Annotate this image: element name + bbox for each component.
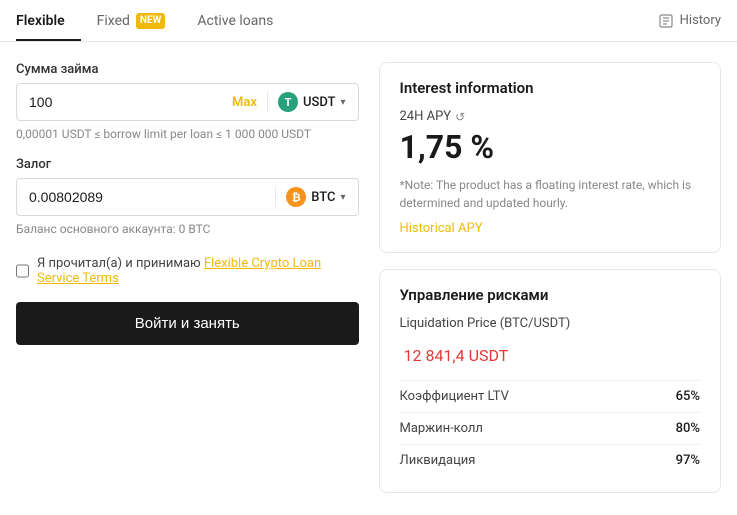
history-label: History xyxy=(680,13,721,28)
submit-button[interactable]: Войти и занять xyxy=(16,302,359,345)
history-icon xyxy=(659,13,675,29)
liquidation-price: 12 841,4 xyxy=(404,346,465,365)
risk-row-ltv: Коэффициент LTV 65% xyxy=(400,380,701,412)
usdt-icon: T xyxy=(278,92,298,112)
collateral-input[interactable] xyxy=(29,189,275,205)
tab-active-loans-label: Active loans xyxy=(197,13,273,29)
risk-card: Управление рисками Liquidation Price (BT… xyxy=(379,269,722,493)
risk-card-title: Управление рисками xyxy=(400,286,701,304)
risk-row-ltv-value: 65% xyxy=(676,389,700,404)
risk-rows: Коэффициент LTV 65% Маржин-колл 80% Ликв… xyxy=(400,380,701,476)
header: Flexible Fixed NEW Active loans History xyxy=(0,0,737,42)
apy-label-text: 24H APY xyxy=(400,109,452,124)
loan-label: Сумма займа xyxy=(16,62,359,77)
liquidation-label: Liquidation Price (BTC/USDT) xyxy=(400,316,701,331)
risk-row-margin-value: 80% xyxy=(676,421,700,436)
interest-card: Interest information 24H APY ↺ 1,75 % *N… xyxy=(379,62,722,253)
apy-value: 1,75 % xyxy=(400,128,701,166)
history-button[interactable]: History xyxy=(659,13,721,29)
liquidation-value-row: 12 841,4USDT xyxy=(400,335,701,368)
risk-row-margin-label: Маржин-колл xyxy=(400,421,483,436)
btc-icon: ₿ xyxy=(286,187,306,207)
terms-checkbox[interactable] xyxy=(16,264,29,278)
risk-row-liq-label: Ликвидация xyxy=(400,453,476,468)
checkbox-prefix: Я прочитал(а) и принимаю xyxy=(37,256,204,271)
chevron-down-icon-2: ▾ xyxy=(340,192,345,203)
terms-checkbox-row: Я прочитал(а) и принимаю Flexible Crypto… xyxy=(16,256,359,286)
interest-card-title: Interest information xyxy=(400,79,701,97)
note-text: *Note: The product has a floating intere… xyxy=(400,176,701,212)
terms-text: Я прочитал(а) и принимаю Flexible Crypto… xyxy=(37,256,359,286)
chevron-down-icon: ▾ xyxy=(340,97,345,108)
apy-refresh-icon: ↺ xyxy=(455,110,465,124)
tab-active-loans[interactable]: Active loans xyxy=(181,0,289,41)
tab-flexible[interactable]: Flexible xyxy=(16,0,81,41)
left-panel: Сумма займа Max T USDT ▾ 0,00001 USDT ≤ … xyxy=(16,62,359,493)
tabs: Flexible Fixed NEW Active loans xyxy=(16,0,289,41)
collateral-currency-selector[interactable]: ₿ BTC ▾ xyxy=(275,187,345,207)
max-button[interactable]: Max xyxy=(232,95,257,110)
loan-currency-selector[interactable]: T USDT ▾ xyxy=(267,92,346,112)
balance-text: Баланс основного аккаунта: 0 BTC xyxy=(16,222,359,236)
loan-hint: 0,00001 USDT ≤ borrow limit per loan ≤ 1… xyxy=(16,127,359,141)
collateral-input-row: ₿ BTC ▾ xyxy=(16,178,359,216)
historical-apy-link[interactable]: Historical APY xyxy=(400,221,483,236)
liquidation-currency: USDT xyxy=(469,346,509,365)
risk-row-margin: Маржин-колл 80% xyxy=(400,412,701,444)
right-panel: Interest information 24H APY ↺ 1,75 % *N… xyxy=(379,62,722,493)
tab-fixed[interactable]: Fixed NEW xyxy=(81,0,182,41)
risk-row-liq-value: 97% xyxy=(676,453,700,468)
risk-row-liquidation: Ликвидация 97% xyxy=(400,444,701,476)
collateral-currency-name: BTC xyxy=(311,190,335,205)
loan-input[interactable] xyxy=(29,94,232,110)
loan-currency-name: USDT xyxy=(303,95,335,110)
collateral-label: Залог xyxy=(16,157,359,172)
tab-flexible-label: Flexible xyxy=(16,13,65,29)
risk-row-ltv-label: Коэффициент LTV xyxy=(400,389,509,404)
tab-fixed-label: Fixed xyxy=(97,13,130,29)
loan-input-row: Max T USDT ▾ xyxy=(16,83,359,121)
apy-label-row: 24H APY ↺ xyxy=(400,109,701,124)
new-badge: NEW xyxy=(136,13,165,29)
